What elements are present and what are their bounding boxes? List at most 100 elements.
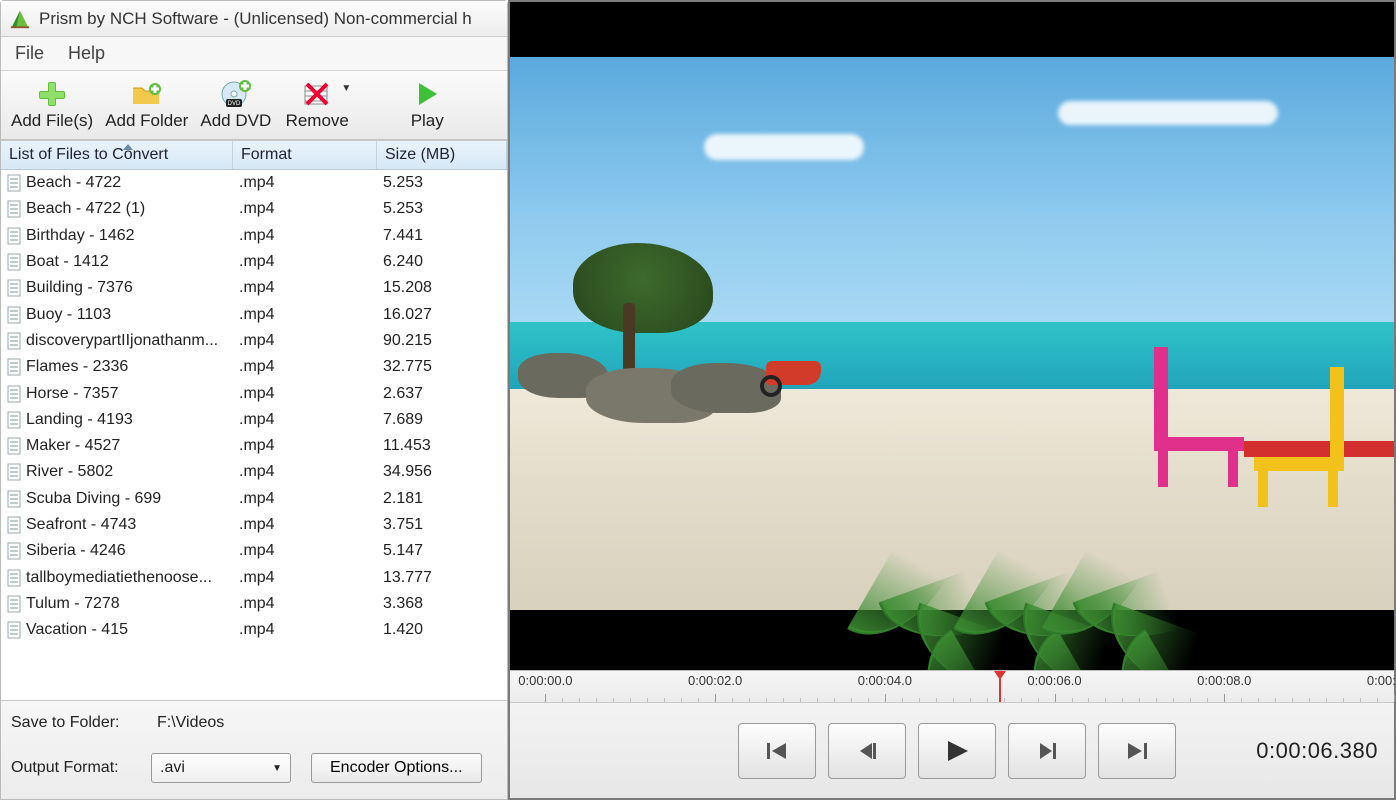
table-row[interactable]: Tulum - 7278.mp43.368	[1, 591, 507, 617]
file-size: 5.253	[377, 200, 507, 218]
table-row[interactable]: Beach - 4722 (1).mp45.253	[1, 196, 507, 222]
file-size: 32.775	[377, 358, 507, 376]
plus-icon	[35, 79, 69, 109]
file-name: Buoy - 1103	[26, 306, 111, 324]
main-window: Prism by NCH Software - (Unlicensed) Non…	[0, 0, 508, 800]
file-icon	[7, 253, 23, 271]
timeline-tick: 0:00:00.0	[518, 673, 572, 688]
table-body[interactable]: Beach - 4722.mp45.253Beach - 4722 (1).mp…	[1, 170, 507, 700]
play-icon	[410, 79, 444, 109]
step-forward-button[interactable]	[1008, 723, 1086, 779]
file-name: Maker - 4527	[26, 437, 120, 455]
file-icon	[7, 516, 23, 534]
timeline-tick: 0:00:04.0	[858, 673, 912, 688]
menu-bar: File Help	[1, 37, 507, 71]
file-format: .mp4	[233, 463, 377, 481]
file-format: .mp4	[233, 332, 377, 350]
file-name: Siberia - 4246	[26, 542, 126, 560]
table-row[interactable]: Siberia - 4246.mp45.147	[1, 538, 507, 564]
table-row[interactable]: Flames - 2336.mp432.775	[1, 354, 507, 380]
remove-button[interactable]: ▼ Remove	[277, 77, 357, 133]
file-table: List of Files to Convert Format Size (MB…	[1, 140, 507, 700]
file-icon	[7, 437, 23, 455]
file-format: .mp4	[233, 174, 377, 192]
file-size: 2.637	[377, 385, 507, 403]
menu-file[interactable]: File	[15, 43, 44, 64]
table-row[interactable]: River - 5802.mp434.956	[1, 459, 507, 485]
file-size: 15.208	[377, 279, 507, 297]
file-size: 11.453	[377, 437, 507, 455]
encoder-options-button[interactable]: Encoder Options...	[311, 753, 482, 783]
file-size: 7.689	[377, 411, 507, 429]
file-format: .mp4	[233, 490, 377, 508]
file-size: 2.181	[377, 490, 507, 508]
file-icon	[7, 621, 23, 639]
file-format: .mp4	[233, 306, 377, 324]
remove-icon	[300, 79, 334, 109]
title-bar[interactable]: Prism by NCH Software - (Unlicensed) Non…	[1, 1, 507, 37]
table-row[interactable]: discoverypartIIjonathanm... .mp490.215	[1, 328, 507, 354]
app-icon	[9, 8, 31, 30]
file-size: 16.027	[377, 306, 507, 324]
add-folder-button[interactable]: Add Folder	[99, 77, 194, 133]
file-name: Horse - 7357	[26, 385, 119, 403]
table-row[interactable]: Maker - 4527.mp411.453	[1, 433, 507, 459]
table-row[interactable]: Scuba Diving - 699 .mp42.181	[1, 486, 507, 512]
file-icon	[7, 411, 23, 429]
file-icon	[7, 227, 23, 245]
output-settings: Save to Folder: F:\Videos Output Format:…	[1, 700, 507, 799]
table-row[interactable]: Boat - 1412.mp46.240	[1, 249, 507, 275]
play-pause-button[interactable]	[918, 723, 996, 779]
table-row[interactable]: Building - 7376.mp415.208	[1, 275, 507, 301]
output-format-combo[interactable]: .avi ▼	[151, 753, 291, 783]
file-icon	[7, 200, 23, 218]
col-format[interactable]: Format	[233, 141, 377, 169]
add-dvd-button[interactable]: DVD Add DVD	[194, 77, 277, 133]
chevron-down-icon[interactable]: ▼	[341, 83, 351, 94]
file-format: .mp4	[233, 569, 377, 587]
table-row[interactable]: Seafront - 4743.mp43.751	[1, 512, 507, 538]
file-format: .mp4	[233, 542, 377, 560]
file-size: 1.420	[377, 621, 507, 639]
file-size: 34.956	[377, 463, 507, 481]
file-name: Scuba Diving - 699	[26, 490, 161, 508]
toolbar-label: Add File(s)	[11, 111, 93, 131]
file-name: Tulum - 7278	[26, 595, 120, 613]
video-frame	[510, 57, 1394, 610]
file-name: discoverypartIIjonathanm...	[26, 332, 218, 350]
table-row[interactable]: Horse - 7357.mp42.637	[1, 380, 507, 406]
table-row[interactable]: Landing - 4193.mp47.689	[1, 407, 507, 433]
timecode: 0:00:06.380	[1256, 738, 1378, 764]
menu-help[interactable]: Help	[68, 43, 105, 64]
table-row[interactable]: Buoy - 1103 .mp416.027	[1, 301, 507, 327]
file-name: Building - 7376	[26, 279, 133, 297]
play-button[interactable]: Play	[387, 77, 467, 133]
file-name: Flames - 2336	[26, 358, 128, 376]
transport-bar: 0:00:06.380	[510, 702, 1394, 798]
file-format: .mp4	[233, 227, 377, 245]
file-format: .mp4	[233, 595, 377, 613]
timeline[interactable]: 0:00:00.00:00:02.00:00:04.00:00:06.00:00…	[510, 670, 1394, 702]
skip-start-button[interactable]	[738, 723, 816, 779]
toolbar: Add File(s) Add Folder DVD Add DVD ▼ Rem	[1, 71, 507, 140]
table-row[interactable]: tallboymediatiethenoose....mp413.777	[1, 564, 507, 590]
timeline-tick: 0:00:10.0	[1367, 673, 1396, 688]
file-format: .mp4	[233, 200, 377, 218]
save-to-label: Save to Folder:	[11, 714, 131, 732]
col-name[interactable]: List of Files to Convert	[1, 141, 233, 169]
save-to-path[interactable]: F:\Videos	[151, 711, 497, 735]
file-icon	[7, 463, 23, 481]
step-back-button[interactable]	[828, 723, 906, 779]
col-size[interactable]: Size (MB)	[377, 141, 507, 169]
skip-end-button[interactable]	[1098, 723, 1176, 779]
file-icon	[7, 542, 23, 560]
svg-text:DVD: DVD	[227, 101, 240, 107]
add-files-button[interactable]: Add File(s)	[5, 77, 99, 133]
table-row[interactable]: Beach - 4722.mp45.253	[1, 170, 507, 196]
file-name: Beach - 4722	[26, 174, 121, 192]
table-row[interactable]: Vacation - 415.mp41.420	[1, 617, 507, 643]
file-name: Boat - 1412	[26, 253, 109, 271]
table-row[interactable]: Birthday - 1462.mp47.441	[1, 223, 507, 249]
file-size: 90.215	[377, 332, 507, 350]
video-viewport[interactable]	[510, 2, 1394, 670]
